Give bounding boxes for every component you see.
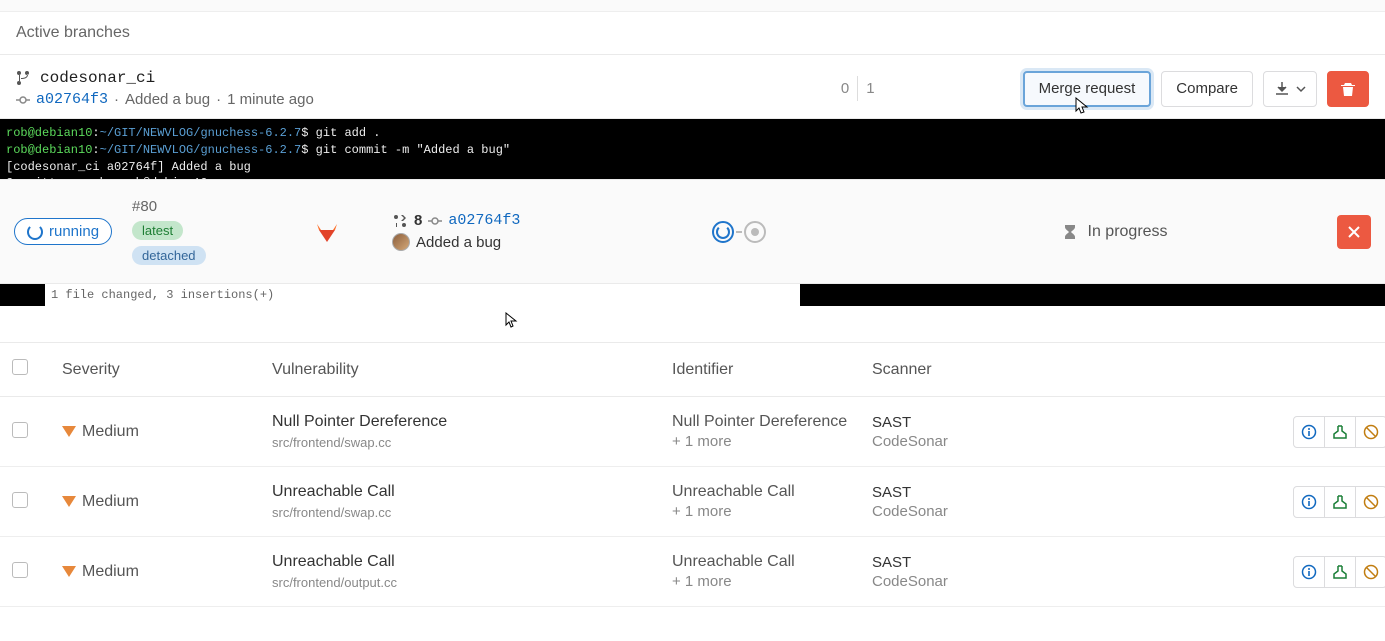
diff-stats: 0 1 <box>833 76 883 101</box>
commit-sha-link[interactable]: a02764f3 <box>36 91 108 108</box>
info-button[interactable] <box>1293 556 1325 588</box>
stage-connector <box>736 231 742 233</box>
delete-branch-button[interactable] <box>1327 71 1369 107</box>
severity-cell: Medium <box>62 493 272 511</box>
info-icon <box>1301 564 1317 580</box>
issue-icon <box>1332 424 1348 440</box>
dismiss-button[interactable] <box>1355 416 1385 448</box>
author-avatar <box>392 233 410 251</box>
row-checkbox[interactable] <box>12 562 28 578</box>
severity-medium-icon <box>62 496 76 507</box>
row-actions <box>1212 416 1385 448</box>
download-dropdown[interactable] <box>1263 71 1317 107</box>
vuln-row: Medium Unreachable Callsrc/frontend/outp… <box>0 537 1385 607</box>
create-issue-button[interactable] <box>1324 486 1356 518</box>
row-actions <box>1212 556 1385 588</box>
issue-icon <box>1332 564 1348 580</box>
issue-icon <box>1332 494 1348 510</box>
pipeline-status-running[interactable]: running <box>14 218 112 245</box>
select-all-checkbox[interactable] <box>12 359 28 375</box>
identifier-cell: Unreachable Call+ 1 more <box>672 483 872 520</box>
row-checkbox[interactable] <box>12 492 28 508</box>
sep: · <box>114 91 119 108</box>
row-checkbox[interactable] <box>12 422 28 438</box>
dismiss-icon <box>1363 424 1379 440</box>
commit-icon <box>16 93 30 107</box>
create-issue-button[interactable] <box>1324 556 1356 588</box>
commit-icon <box>428 214 442 228</box>
terminal-snippet-2: 1 file changed, 3 insertions(+) <box>0 284 1385 306</box>
stage-created-icon[interactable] <box>744 221 766 243</box>
pipeline-commit-title: Added a bug <box>416 234 501 251</box>
top-divider <box>0 0 1385 12</box>
header-identifier[interactable]: Identifier <box>672 361 872 379</box>
commit-message: Added a bug <box>125 91 210 108</box>
vuln-row: Medium Unreachable Callsrc/frontend/swap… <box>0 467 1385 537</box>
header-vulnerability[interactable]: Vulnerability <box>272 361 672 379</box>
badge-latest: latest <box>132 221 183 240</box>
triggerer-icon <box>282 220 372 244</box>
dismiss-button[interactable] <box>1355 486 1385 518</box>
terminal-output: rob@debian10:~/GIT/NEWVLOG/gnuchess-6.2.… <box>0 119 1385 179</box>
vulnerability-cell[interactable]: Unreachable Callsrc/frontend/output.cc <box>272 553 672 590</box>
stage-running-icon[interactable] <box>712 221 734 243</box>
vuln-table-header: Severity Vulnerability Identifier Scanne… <box>0 343 1385 397</box>
scanner-cell: SASTCodeSonar <box>872 414 1212 450</box>
compare-button[interactable]: Compare <box>1161 71 1253 107</box>
severity-cell: Medium <box>62 563 272 581</box>
create-issue-button[interactable] <box>1324 416 1356 448</box>
dismiss-icon <box>1363 564 1379 580</box>
severity-cell: Medium <box>62 423 272 441</box>
cancel-pipeline-button[interactable] <box>1337 215 1371 249</box>
info-button[interactable] <box>1293 416 1325 448</box>
info-icon <box>1301 494 1317 510</box>
cursor-icon <box>505 312 519 330</box>
branch-icon <box>16 70 32 86</box>
gitlab-icon <box>315 220 339 244</box>
pipeline-commit-sha[interactable]: a02764f3 <box>448 212 520 229</box>
mr-count: 8 <box>414 212 422 229</box>
severity-medium-icon <box>62 566 76 577</box>
hourglass-icon <box>1062 224 1078 240</box>
active-branches-heading: Active branches <box>0 12 1385 55</box>
merge-request-icon <box>392 213 408 229</box>
vulnerability-cell[interactable]: Null Pointer Dereferencesrc/frontend/swa… <box>272 413 672 450</box>
commits-behind: 0 <box>833 76 858 101</box>
download-icon <box>1274 81 1290 97</box>
close-icon <box>1347 225 1361 239</box>
row-actions <box>1212 486 1385 518</box>
pipeline-stages[interactable] <box>712 221 892 243</box>
badge-detached: detached <box>132 246 206 265</box>
branch-name[interactable]: codesonar_ci <box>40 69 155 87</box>
info-icon <box>1301 424 1317 440</box>
header-severity[interactable]: Severity <box>62 361 272 379</box>
identifier-cell: Null Pointer Dereference+ 1 more <box>672 413 872 450</box>
scanner-cell: SASTCodeSonar <box>872 554 1212 590</box>
chevron-down-icon <box>1296 84 1306 94</box>
dismiss-button[interactable] <box>1355 556 1385 588</box>
severity-medium-icon <box>62 426 76 437</box>
vulnerability-cell[interactable]: Unreachable Callsrc/frontend/swap.cc <box>272 483 672 520</box>
info-button[interactable] <box>1293 486 1325 518</box>
pipeline-id[interactable]: #80 <box>132 198 157 215</box>
scanner-cell: SASTCodeSonar <box>872 484 1212 520</box>
sep: · <box>216 91 221 108</box>
vuln-row: Medium Null Pointer Dereferencesrc/front… <box>0 397 1385 467</box>
pipeline-status-text: In progress <box>1088 223 1168 241</box>
pipeline-section: running #80 latest detached 8 a02764f3 A… <box>0 179 1385 284</box>
dismiss-icon <box>1363 494 1379 510</box>
header-scanner[interactable]: Scanner <box>872 361 1212 379</box>
commit-time: 1 minute ago <box>227 91 314 108</box>
vulnerability-table: Severity Vulnerability Identifier Scanne… <box>0 342 1385 607</box>
commits-ahead: 1 <box>858 76 882 101</box>
identifier-cell: Unreachable Call+ 1 more <box>672 553 872 590</box>
cursor-icon <box>1075 97 1091 117</box>
merge-request-button[interactable]: Merge request <box>1023 71 1152 107</box>
trash-icon <box>1340 81 1356 97</box>
branch-row: codesonar_ci a02764f3 · Added a bug · 1 … <box>0 55 1385 119</box>
running-spinner-icon <box>27 224 43 240</box>
